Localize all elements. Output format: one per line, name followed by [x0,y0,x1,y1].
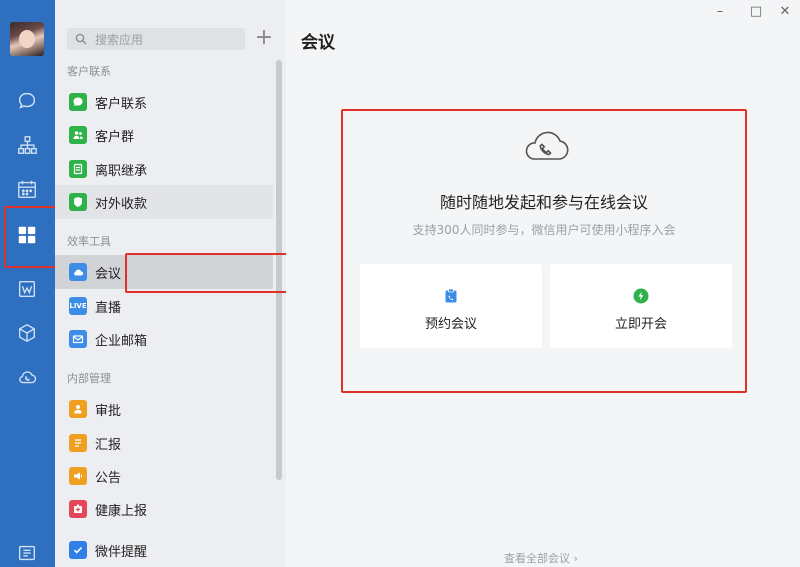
schedule-meeting-icon [445,288,457,303]
start-meeting-label: 立即开会 [614,317,667,332]
section-internal: 内部管理 [67,372,111,385]
view-all-meetings-link[interactable]: 查看全部会议 › [504,550,578,566]
app-item-label: 健康上报 [95,503,148,519]
cube-icon[interactable] [14,320,40,346]
lightning-icon [633,288,649,304]
section-customer: 客户联系 [67,65,111,78]
cloud-phone-icon [525,131,569,160]
add-app-button[interactable]: + [254,27,274,50]
schedule-meeting-label: 预约会议 [424,317,477,332]
app-item-announcement[interactable]: 公告 [55,459,273,493]
approval-icon [69,400,87,418]
card-subtitle: 支持300人同时参与，微信用户可使用小程序入会 [412,223,676,237]
search-icon [75,33,87,45]
app-item-label: 公告 [95,470,122,486]
health-report-icon [69,500,87,518]
avatar[interactable] [10,22,44,56]
meeting-intro-card: 随时随地发起和参与在线会议 支持300人同时参与，微信用户可使用小程序入会 预约… [341,109,747,393]
report-icon [69,434,87,452]
app-item-customer-group[interactable]: 客户群 [55,118,273,152]
check-icon [69,541,87,559]
meeting-icon [69,263,87,281]
app-item-live[interactable]: LIVE 直播 [55,289,273,323]
app-item-label: 直播 [95,300,122,316]
app-list-panel: 搜索应用 + 客户联系 客户联系 客户群 离职继承 对外收款 效率工具 会议 L… [55,0,332,567]
doc-icon[interactable] [14,276,40,302]
customer-group-icon [69,126,87,144]
search-input[interactable]: 搜索应用 [67,28,245,50]
resignation-inherit-icon [69,160,87,178]
chat-icon[interactable] [14,88,40,114]
app-item-external-payment[interactable]: 对外收款 [55,185,273,219]
app-item-label: 对外收款 [95,196,148,212]
app-item-label: 企业邮箱 [95,333,148,349]
app-item-health-report[interactable]: 健康上报 [55,492,273,526]
start-meeting-button[interactable]: 立即开会 [550,264,732,348]
left-rail [0,0,57,567]
cloud-call-icon[interactable] [14,364,40,390]
app-item-customer-contact[interactable]: 客户联系 [55,85,273,119]
app-item-label: 审批 [95,403,122,419]
close-button[interactable]: ✕ [775,4,795,19]
app-item-weiban-reminder[interactable]: 微伴提醒 [55,533,273,567]
workbench-selection-highlight [4,206,57,268]
main-area: – □ ✕ 会议 随时随地发起和参与在线会议 支持300人同时参与，微信用户可使… [286,0,800,567]
app-item-report[interactable]: 汇报 [55,426,273,460]
minimize-button[interactable]: – [710,4,730,19]
app-item-label: 微伴提醒 [95,544,148,560]
settings-icon[interactable] [14,540,40,566]
search-placeholder: 搜索应用 [95,32,144,47]
app-item-label: 离职继承 [95,163,148,179]
page-title: 会议 [301,33,335,53]
app-item-label: 会议 [95,266,122,282]
live-icon: LIVE [69,297,87,315]
announcement-icon [69,467,87,485]
customer-contact-icon [69,93,87,111]
app-item-approval[interactable]: 审批 [55,392,273,426]
mail-icon [69,330,87,348]
app-item-label: 客户群 [95,129,135,145]
external-payment-icon [69,193,87,211]
schedule-meeting-button[interactable]: 预约会议 [360,264,542,348]
maximize-button[interactable]: □ [746,4,766,19]
app-item-enterprise-mail[interactable]: 企业邮箱 [55,322,273,356]
app-item-label: 客户联系 [95,96,148,112]
contacts-icon[interactable] [14,132,40,158]
calendar-icon[interactable] [14,176,40,202]
app-item-resignation-inherit[interactable]: 离职继承 [55,152,273,186]
section-efficiency: 效率工具 [67,235,111,248]
card-headline: 随时随地发起和参与在线会议 [439,193,648,212]
app-item-label: 汇报 [95,437,122,453]
